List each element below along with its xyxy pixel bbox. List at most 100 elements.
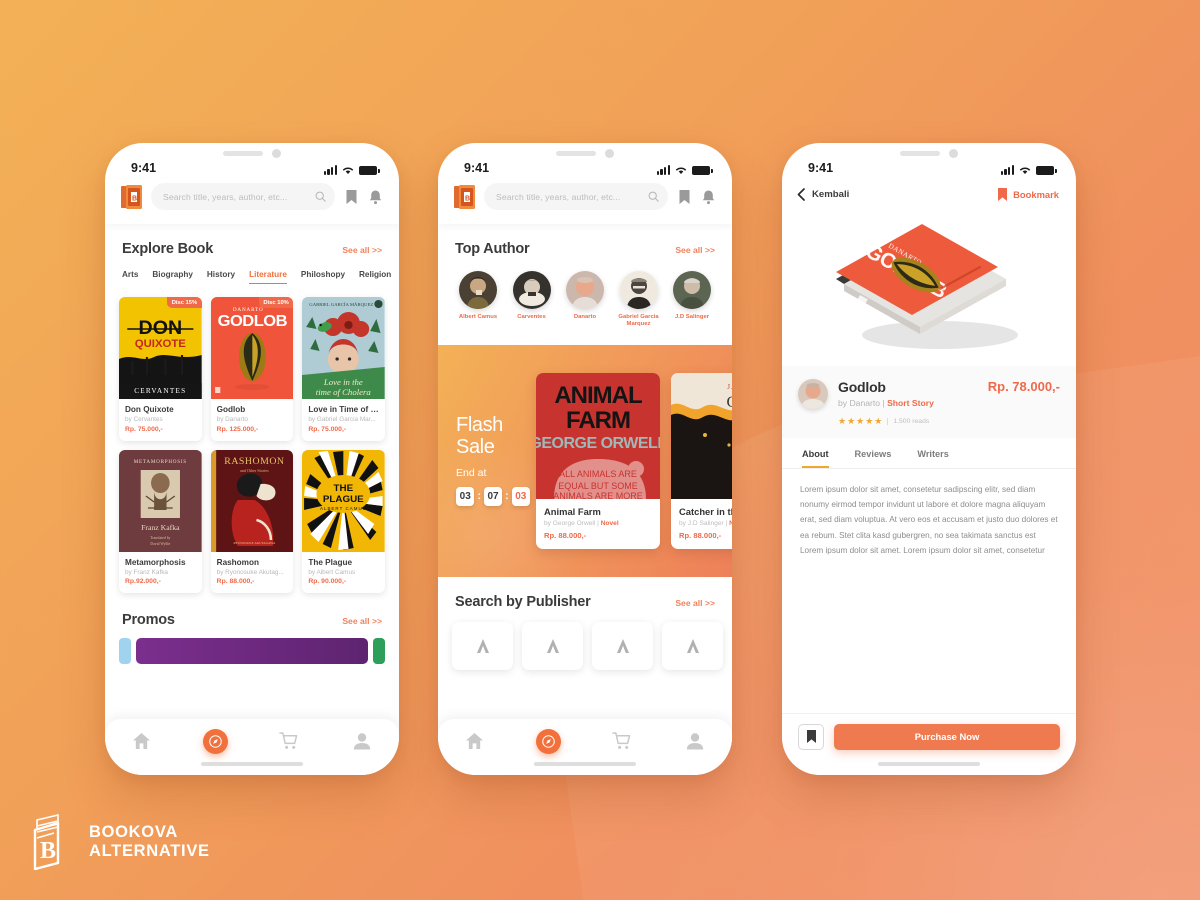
home-icon	[133, 732, 151, 750]
bell-icon[interactable]	[368, 189, 383, 205]
book-cover-rashomon: RASHOMON and Other Stories RYUNOSUKE AKU…	[210, 449, 294, 552]
bookmark-toggle-button[interactable]	[798, 723, 824, 750]
discount-badge: Disc 10%	[258, 297, 294, 308]
publisher-logo-icon	[546, 638, 559, 653]
publisher-list	[438, 610, 732, 670]
publisher-card[interactable]	[662, 621, 723, 670]
avatar	[566, 271, 604, 309]
detail-tabs: About Reviews Writers	[782, 438, 1076, 469]
category-tab-literature[interactable]: Literature	[249, 270, 287, 284]
book-card[interactable]: RASHOMON and Other Stories RYUNOSUKE AKU…	[210, 449, 294, 593]
book-logo-icon: B	[454, 184, 475, 209]
nav-cart[interactable]	[276, 728, 302, 754]
book-genre[interactable]: Short Story	[887, 398, 934, 408]
notch-camera	[605, 149, 614, 158]
book-card[interactable]: Disc 10% DANARTO GODLOB Godlob by Danart…	[210, 297, 294, 441]
book-title: Rashomon	[216, 557, 259, 567]
promo-banner[interactable]	[136, 638, 368, 664]
book-meta: Love in Time of C... by Gabriel Garcia M…	[302, 399, 385, 441]
svg-text:RYUNOSUKE AKUTAGAWA: RYUNOSUKE AKUTAGAWA	[233, 541, 275, 545]
flash-sale-card[interactable]: J. D. SALINGER CATCHER IN THE RYE Catche…	[671, 372, 732, 549]
wifi-icon	[342, 167, 354, 175]
tab-reviews[interactable]: Reviews	[855, 449, 892, 468]
category-tab-biography[interactable]: Biography	[152, 270, 193, 284]
book-grid: Disc 15% CERVANTES DON QUIXOTE Don Quixo…	[105, 284, 399, 593]
back-button[interactable]: Kembali	[797, 188, 849, 201]
book-card[interactable]: METAMORPHOSIS Franz Kafka Translated by …	[119, 449, 202, 593]
home-icon	[466, 732, 484, 750]
promos-see-all[interactable]: See all >>	[342, 616, 382, 626]
bookmark-icon[interactable]	[344, 189, 359, 205]
book-card[interactable]: GABRIEL GARCÍA MÁRQUEZ Love in the time …	[302, 297, 385, 441]
explore-see-all[interactable]: See all >>	[342, 245, 382, 255]
search-input[interactable]: Search title, years, author, etc...	[151, 183, 335, 210]
nav-profile[interactable]	[349, 728, 375, 754]
flash-sale-card[interactable]: ANIMAL FARM GEORGE ORWELL ALL ANIMALS AR…	[536, 372, 660, 549]
promo-peek-right[interactable]	[373, 638, 385, 664]
bookova-logo-icon: B	[33, 814, 60, 870]
notch-camera	[272, 149, 281, 158]
author-item[interactable]: Carventes	[509, 271, 555, 329]
search-input[interactable]: Search title, years, author, etc...	[484, 183, 668, 210]
battery-icon	[692, 166, 713, 175]
back-label: Kembali	[812, 189, 850, 200]
publisher-logo-icon	[686, 638, 699, 653]
publisher-see-all[interactable]: See all >>	[675, 598, 715, 608]
book-genre: Novel	[600, 519, 619, 527]
timer-seconds: 03	[511, 487, 530, 507]
svg-text:METAMORPHOSIS: METAMORPHOSIS	[134, 459, 187, 465]
status-time: 9:41	[464, 161, 490, 175]
nav-explore[interactable]	[202, 728, 228, 754]
tab-about[interactable]: About	[802, 449, 829, 468]
publisher-card[interactable]	[592, 621, 653, 670]
author-list: Albert Camus Carventes Danarto Gabriel G…	[438, 257, 732, 329]
avatar	[459, 271, 497, 309]
category-tab-arts[interactable]: Arts	[122, 270, 138, 284]
purchase-now-button[interactable]: Purchase Now	[834, 723, 1060, 750]
flash-sale-banner[interactable]: Flash Sale End at 03 : 07 : 03 ANIMAL FA…	[438, 344, 732, 577]
author-item[interactable]: J.D Salinger	[669, 271, 715, 329]
nav-home[interactable]	[129, 728, 155, 754]
search-icon[interactable]	[648, 191, 659, 202]
wifi-icon	[1019, 167, 1031, 175]
promo-peek-left[interactable]	[119, 638, 131, 664]
svg-text:ALL ANIMALS ARE: ALL ANIMALS ARE	[559, 469, 637, 479]
wifi-icon	[675, 167, 687, 175]
author-name: Danarto	[573, 314, 597, 320]
publisher-card[interactable]	[452, 621, 513, 670]
compass-icon	[535, 728, 561, 754]
nav-home[interactable]	[462, 728, 488, 754]
category-tab-history[interactable]: History	[207, 270, 235, 284]
top-author-title: Top Author	[455, 241, 530, 257]
top-author-see-all[interactable]: See all >>	[675, 245, 715, 255]
bottom-navigation	[105, 719, 399, 775]
bookmark-icon[interactable]	[677, 189, 692, 205]
book-price: Rp. 90.000,-	[308, 578, 347, 585]
explore-scroll: Explore Book See all >> Arts Biography H…	[105, 224, 399, 775]
book-card[interactable]: THE PLAGUE ALBERT CAMUS The Plague by Al…	[302, 449, 385, 593]
bookmark-icon	[806, 730, 816, 743]
brand-name: BOOKOVA ALTERNATIVE	[89, 823, 210, 862]
nav-explore[interactable]	[535, 728, 561, 754]
bookmark-button[interactable]: Bookmark	[997, 188, 1059, 201]
svg-text:Translated by: Translated by	[150, 536, 170, 540]
author-item[interactable]: Albert Camus	[455, 271, 501, 329]
bell-icon[interactable]	[701, 189, 716, 205]
flash-sale-card-meta: Catcher in the Rye by J.D Salinger | Nov…	[671, 499, 732, 549]
nav-cart[interactable]	[609, 728, 635, 754]
svg-text:B: B	[40, 838, 56, 864]
author-item[interactable]: Danarto	[562, 271, 608, 329]
category-tab-religion[interactable]: Religion	[359, 270, 391, 284]
book-author: by George Orwell	[544, 519, 596, 527]
book-card[interactable]: Disc 15% CERVANTES DON QUIXOTE Don Quixo…	[119, 297, 202, 441]
book-title: Catcher in the Rye	[679, 505, 732, 517]
tab-writers[interactable]: Writers	[917, 449, 949, 468]
promo-carousel[interactable]	[105, 628, 399, 664]
svg-text:RASHOMON: RASHOMON	[224, 456, 284, 467]
search-icon[interactable]	[315, 191, 326, 202]
book-author: by Ryonosuke Akutag...	[216, 568, 284, 576]
nav-profile[interactable]	[682, 728, 708, 754]
publisher-card[interactable]	[522, 621, 583, 670]
category-tab-philosophy[interactable]: Philoshopy	[301, 270, 345, 284]
author-item[interactable]: Gabriel Garcia Marquez	[616, 271, 662, 329]
